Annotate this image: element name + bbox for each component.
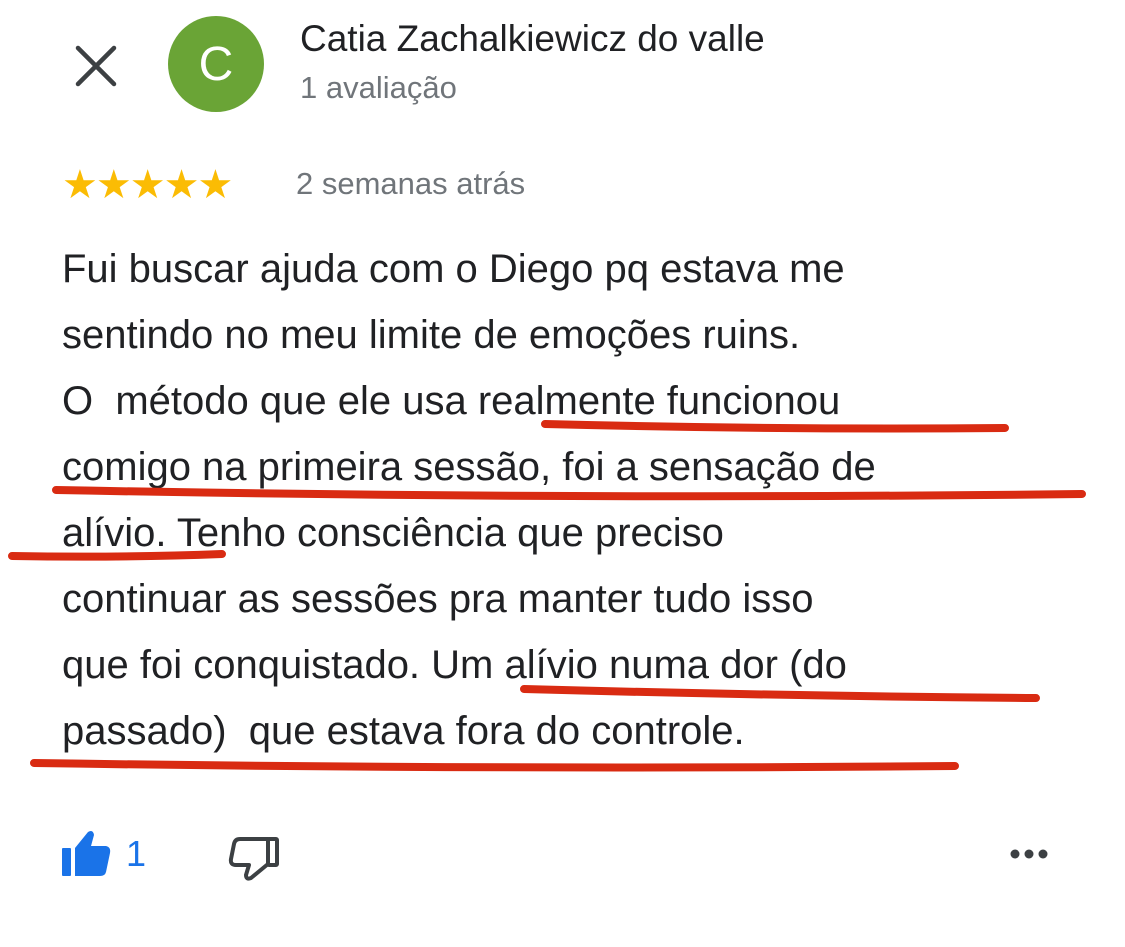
reviewer-name[interactable]: Catia Zachalkiewicz do valle — [300, 18, 765, 60]
avatar[interactable]: C — [168, 16, 264, 112]
thumbs-down-icon — [228, 837, 279, 881]
review-text-line: O método que ele usa realmente funcionou — [62, 379, 841, 423]
review-text: Fui buscar ajuda com o Diego pq estava m… — [62, 236, 1062, 764]
more-options-button[interactable] — [1004, 836, 1054, 872]
close-button[interactable] — [70, 40, 122, 92]
review-text-line: alívio. Tenho consciência que preciso — [62, 511, 724, 555]
review-text-line: sentindo no meu limite de emoções ruins. — [62, 313, 801, 357]
dislike-button[interactable] — [228, 826, 284, 884]
review-text-line: continuar as sessões pra manter tudo iss… — [62, 577, 814, 621]
review-text-line: que foi conquistado. Um alívio numa dor … — [62, 643, 847, 687]
reviewer-review-count: 1 avaliação — [300, 70, 457, 105]
review-text-line: Fui buscar ajuda com o Diego pq estava m… — [62, 247, 845, 291]
more-horizontal-icon — [1010, 849, 1048, 859]
star-rating: ★★★★★ — [62, 163, 233, 207]
avatar-letter: C — [198, 37, 234, 91]
thumbs-up-icon — [62, 831, 111, 876]
review-text-line: comigo na primeira sessão, foi a sensaçã… — [62, 445, 876, 489]
like-button[interactable]: 1 — [60, 826, 146, 882]
close-icon — [75, 45, 117, 87]
review-time-ago: 2 semanas atrás — [296, 166, 526, 201]
like-count: 1 — [126, 833, 147, 874]
review-text-line: passado) que estava fora do controle. — [62, 709, 745, 753]
